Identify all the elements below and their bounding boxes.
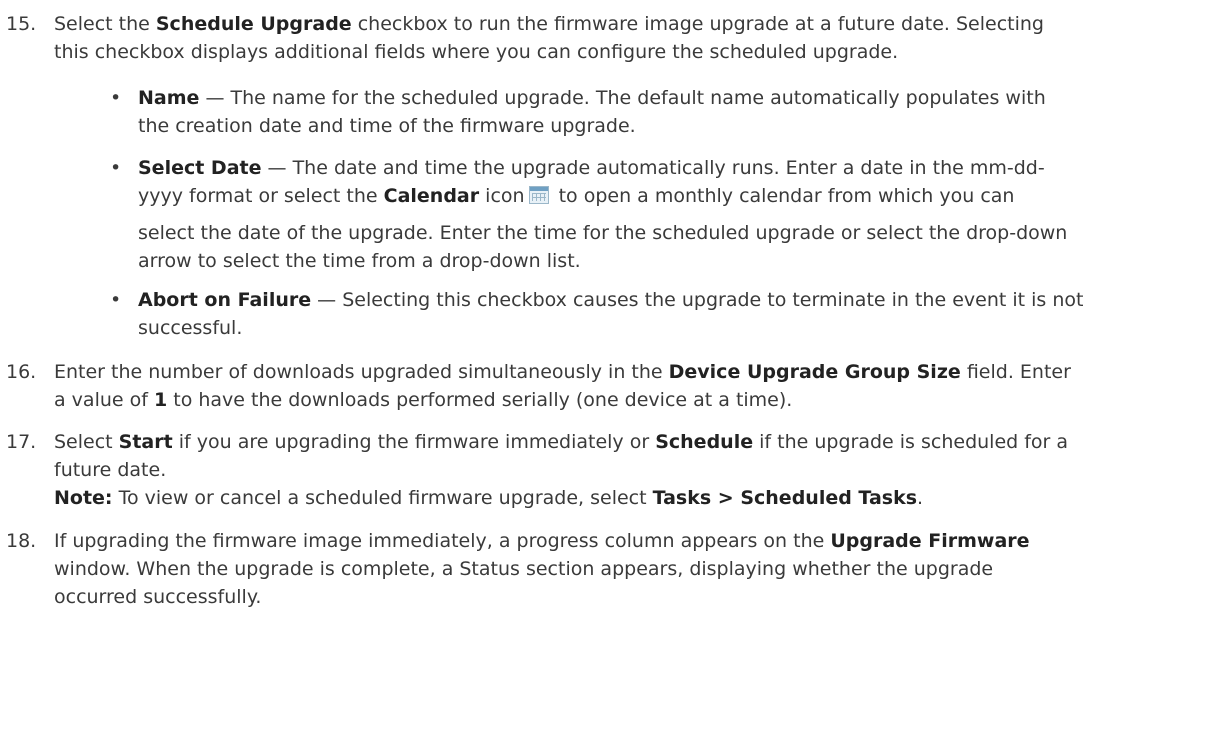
ui-term-name: Name bbox=[138, 87, 200, 109]
bullet-text: Name — The name for the scheduled upgrad… bbox=[138, 84, 1223, 140]
ui-term-select-date: Select Date bbox=[138, 157, 262, 179]
note-label: Note: bbox=[54, 487, 113, 509]
text-run: yyyy format or select the bbox=[138, 185, 384, 207]
bullet-line-2: successful. bbox=[138, 317, 243, 339]
text-run: checkbox to run the firmware image upgra… bbox=[351, 13, 1044, 35]
ui-term-upgrade-firmware: Upgrade Firmware bbox=[830, 530, 1030, 552]
bullet-line-2: the creation date and time of the firmwa… bbox=[138, 115, 636, 137]
text-run: Select bbox=[54, 431, 119, 453]
text-run: if you are upgrading the firmware immedi… bbox=[172, 431, 656, 453]
text-run: Enter the number of downloads upgraded s… bbox=[54, 361, 669, 383]
step-17-text: Select Start if you are upgrading the fi… bbox=[54, 428, 1224, 512]
step-18-line-1: If upgrading the firmware image immediat… bbox=[54, 527, 1224, 555]
bullet-line-1: Abort on Failure — Selecting this checkb… bbox=[138, 286, 1223, 314]
step-number: 16. bbox=[6, 361, 37, 383]
step-number: 17. bbox=[6, 431, 37, 453]
step-16-line-1: Enter the number of downloads upgraded s… bbox=[54, 358, 1224, 386]
step-number: 15. bbox=[6, 13, 37, 35]
bullet-line-1: Select Date — The date and time the upgr… bbox=[138, 154, 1223, 182]
ui-term-device-upgrade-group-size: Device Upgrade Group Size bbox=[668, 361, 961, 383]
text-run: field. Enter bbox=[960, 361, 1071, 383]
ui-term-schedule-upgrade: Schedule Upgrade bbox=[155, 13, 352, 35]
step-18-line-3: occurred successfully. bbox=[54, 586, 262, 608]
step-15-text: Select the Schedule Upgrade checkbox to … bbox=[54, 10, 1224, 66]
text-run: If upgrading the firmware image immediat… bbox=[54, 530, 831, 552]
text-run: — The name for the scheduled upgrade. Th… bbox=[199, 87, 1046, 109]
text-run: to have the downloads performed serially… bbox=[167, 389, 793, 411]
value-one: 1 bbox=[153, 389, 168, 411]
step-17-note: Note: To view or cancel a scheduled firm… bbox=[54, 484, 1224, 512]
step-15-line-1: Select the Schedule Upgrade checkbox to … bbox=[54, 10, 1224, 38]
text-run: — The date and time the upgrade automati… bbox=[261, 157, 1045, 179]
bullet-dot: • bbox=[110, 87, 122, 109]
bullet-line-2: yyyy format or select the Calendar icon … bbox=[138, 182, 1223, 210]
step-17-line-2: future date. bbox=[54, 459, 167, 481]
ui-term-tasks-scheduled-tasks: Tasks > Scheduled Tasks bbox=[652, 487, 918, 509]
bullet-line-3: select the date of the upgrade. Enter th… bbox=[138, 222, 1068, 244]
text-run: icon bbox=[479, 185, 525, 207]
document-page: 15. Select the Schedule Upgrade checkbox… bbox=[0, 0, 1228, 749]
text-run: if the upgrade is scheduled for a bbox=[753, 431, 1069, 453]
step-15-line-2: this checkbox displays additional fields… bbox=[54, 41, 899, 63]
step-18-text: If upgrading the firmware image immediat… bbox=[54, 527, 1224, 611]
bullet-dot: • bbox=[110, 289, 122, 311]
ui-term-calendar: Calendar bbox=[383, 185, 480, 207]
step-18-line-2: window. When the upgrade is complete, a … bbox=[54, 558, 994, 580]
text-run: — Selecting this checkbox causes the upg… bbox=[311, 289, 1084, 311]
step-16-line-2: a value of 1 to have the downloads perfo… bbox=[54, 386, 1224, 414]
step-number: 18. bbox=[6, 530, 37, 552]
text-run: . bbox=[917, 487, 924, 509]
bullet-line-4: arrow to select the time from a drop-dow… bbox=[138, 250, 581, 272]
bullet-text: Select Date — The date and time the upgr… bbox=[138, 154, 1223, 275]
bullet-dot: • bbox=[110, 157, 122, 179]
bullet-line-1: Name — The name for the scheduled upgrad… bbox=[138, 84, 1223, 112]
step-16-text: Enter the number of downloads upgraded s… bbox=[54, 358, 1224, 414]
calendar-icon bbox=[528, 185, 549, 204]
text-run: a value of bbox=[54, 389, 154, 411]
text-run: to open a monthly calendar from which yo… bbox=[552, 185, 1015, 207]
bullet-text: Abort on Failure — Selecting this checkb… bbox=[138, 286, 1223, 342]
text-run: To view or cancel a scheduled firmware u… bbox=[112, 487, 653, 509]
text-run: Select the bbox=[54, 13, 156, 35]
ui-term-abort-on-failure: Abort on Failure bbox=[138, 289, 312, 311]
ui-term-schedule: Schedule bbox=[655, 431, 754, 453]
step-17-line-1: Select Start if you are upgrading the fi… bbox=[54, 428, 1224, 456]
ui-term-start: Start bbox=[118, 431, 173, 453]
